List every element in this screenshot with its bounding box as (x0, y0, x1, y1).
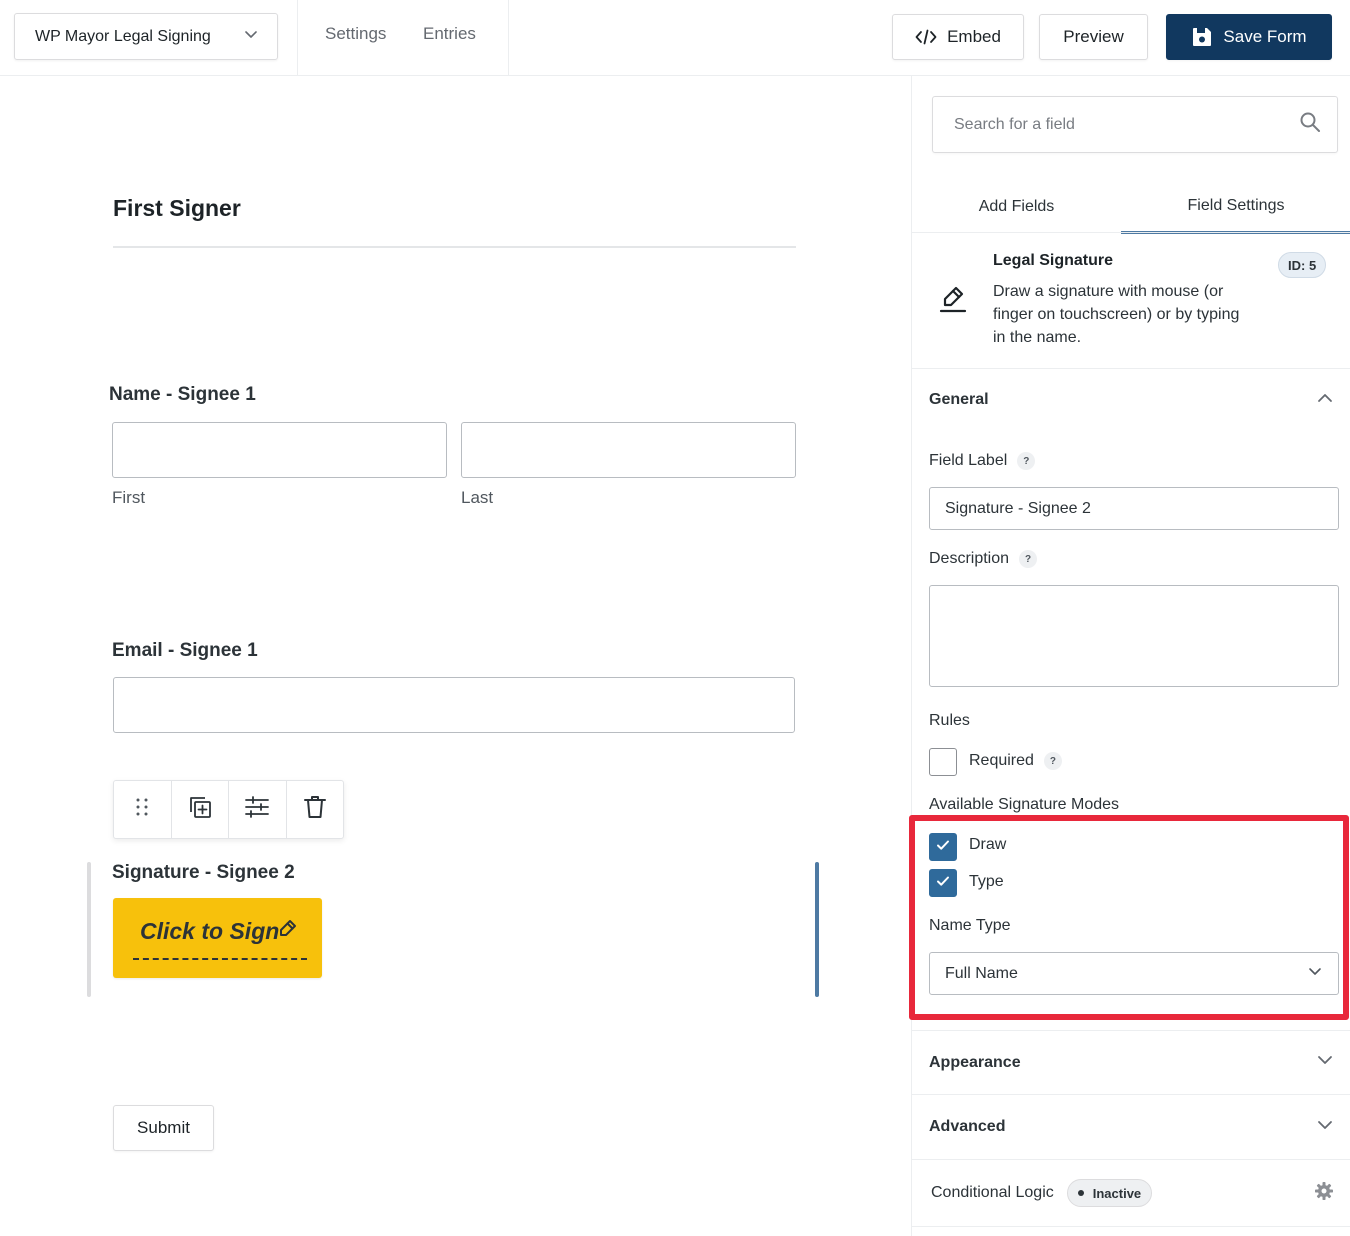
nav-settings-link[interactable]: Settings (325, 24, 386, 44)
required-label-group: Required ? (969, 752, 1062, 770)
field-actions-toolbar (113, 780, 344, 839)
trash-icon (303, 794, 327, 825)
chevron-up-icon (1316, 389, 1334, 412)
code-icon (915, 29, 937, 45)
settings-sliders-icon (244, 795, 270, 824)
top-bar: WP Mayor Legal Signing Settings Entries … (0, 0, 1350, 76)
advanced-panel-header[interactable]: Advanced (912, 1095, 1350, 1159)
save-form-label: Save Form (1223, 27, 1307, 46)
signature-modes-label: Available Signature Modes (929, 796, 1120, 813)
chevron-down-icon (1316, 1051, 1334, 1074)
drag-handle-button[interactable] (114, 781, 172, 838)
name-field-label: Name - Signee 1 (109, 384, 256, 405)
name-type-select[interactable]: Full Name (929, 952, 1339, 995)
draw-mode-label: Draw (969, 836, 1007, 853)
selection-indicator-left (87, 862, 91, 997)
delete-field-button[interactable] (287, 781, 344, 838)
preview-button[interactable]: Preview (1039, 14, 1148, 60)
embed-label: Embed (947, 27, 1001, 46)
field-label-heading: Field Label ? (929, 452, 1036, 470)
field-type-description: Draw a signature with mouse (or finger o… (993, 283, 1240, 346)
general-panel-header[interactable]: General (912, 370, 1350, 430)
advanced-panel-title: Advanced (929, 1118, 1006, 1135)
field-info-card: Legal Signature Draw a signature with mo… (912, 234, 1350, 369)
duplicate-icon (186, 793, 214, 826)
selection-indicator-right (815, 862, 819, 997)
chevron-down-icon (1316, 1116, 1334, 1139)
click-to-sign-button[interactable]: Click to Sign (113, 898, 322, 978)
section-title: First Signer (113, 195, 241, 221)
form-selector-label: WP Mayor Legal Signing (35, 27, 211, 45)
description-heading: Description ? (929, 550, 1038, 568)
floppy-disk-icon (1191, 26, 1213, 48)
required-label: Required (969, 752, 1034, 769)
signature-pen-icon (938, 284, 968, 319)
description-textarea[interactable] (929, 585, 1339, 687)
general-panel-title: General (929, 391, 989, 408)
click-to-sign-label: Click to Sign (140, 918, 280, 944)
duplicate-field-button[interactable] (172, 781, 229, 838)
tab-add-fields[interactable]: Add Fields (912, 180, 1121, 234)
nav-entries-link[interactable]: Entries (423, 24, 476, 44)
search-input[interactable] (954, 115, 1274, 134)
chevron-down-icon (243, 26, 259, 47)
field-label-text: Field Label (929, 452, 1008, 469)
tab-field-settings[interactable]: Field Settings (1121, 180, 1350, 234)
submit-button[interactable]: Submit (113, 1105, 214, 1151)
description-label-text: Description (929, 550, 1010, 567)
help-icon[interactable]: ? (1043, 752, 1062, 770)
conditional-logic-group: Conditional Logic Inactive (931, 1179, 1153, 1207)
help-icon[interactable]: ? (1017, 452, 1036, 470)
embed-button[interactable]: Embed (892, 14, 1024, 60)
rules-label: Rules (929, 712, 970, 729)
required-checkbox[interactable] (929, 748, 957, 776)
draw-mode-checkbox[interactable] (929, 833, 957, 861)
help-icon[interactable]: ? (1019, 550, 1038, 568)
last-name-input[interactable] (461, 422, 796, 478)
appearance-panel-title: Appearance (929, 1053, 1021, 1071)
conditional-status-badge: Inactive (1066, 1179, 1153, 1207)
settings-sidebar: Add Fields Field Settings Legal Signatur… (911, 76, 1350, 1236)
form-selector-dropdown[interactable]: WP Mayor Legal Signing (14, 13, 278, 60)
appearance-panel-header[interactable]: Appearance (912, 1031, 1350, 1094)
email-input[interactable] (113, 677, 795, 733)
tabs-divider (912, 232, 1350, 233)
checkmark-icon (935, 873, 951, 894)
gear-icon[interactable] (1314, 1181, 1334, 1206)
field-id-badge: ID: 5 (1278, 252, 1327, 278)
email-field-label: Email - Signee 1 (112, 640, 258, 661)
field-search (932, 96, 1338, 153)
section-divider (113, 246, 796, 248)
last-name-sublabel: Last (461, 488, 494, 507)
status-dot (1077, 1190, 1084, 1196)
chevron-down-icon (1307, 963, 1323, 984)
name-type-label: Name Type (929, 917, 1011, 934)
panel-divider (912, 1226, 1350, 1227)
sidebar-tabs: Add Fields Field Settings (912, 180, 1350, 234)
drag-handle-icon (135, 797, 149, 822)
type-mode-label: Type (969, 873, 1004, 890)
signature-field-label: Signature - Signee 2 (112, 862, 295, 883)
divider (508, 0, 509, 76)
save-form-button[interactable]: Save Form (1166, 14, 1332, 60)
search-icon[interactable] (1299, 111, 1321, 138)
conditional-logic-title: Conditional Logic (931, 1184, 1054, 1201)
first-name-sublabel: First (112, 488, 146, 507)
signature-line (133, 958, 307, 960)
type-mode-checkbox[interactable] (929, 869, 957, 897)
field-label-input[interactable]: Signature - Signee 2 (929, 487, 1339, 530)
conditional-logic-panel-header[interactable]: Conditional Logic Inactive (912, 1160, 1350, 1226)
first-name-input[interactable] (112, 422, 447, 478)
conditional-status-text: Inactive (1092, 1185, 1142, 1201)
field-settings-button[interactable] (229, 781, 287, 838)
divider (297, 0, 298, 76)
checkmark-icon (935, 837, 951, 858)
pen-icon (277, 919, 297, 944)
name-type-value: Full Name (945, 964, 1018, 982)
field-type-title: Legal Signature (993, 252, 1114, 269)
